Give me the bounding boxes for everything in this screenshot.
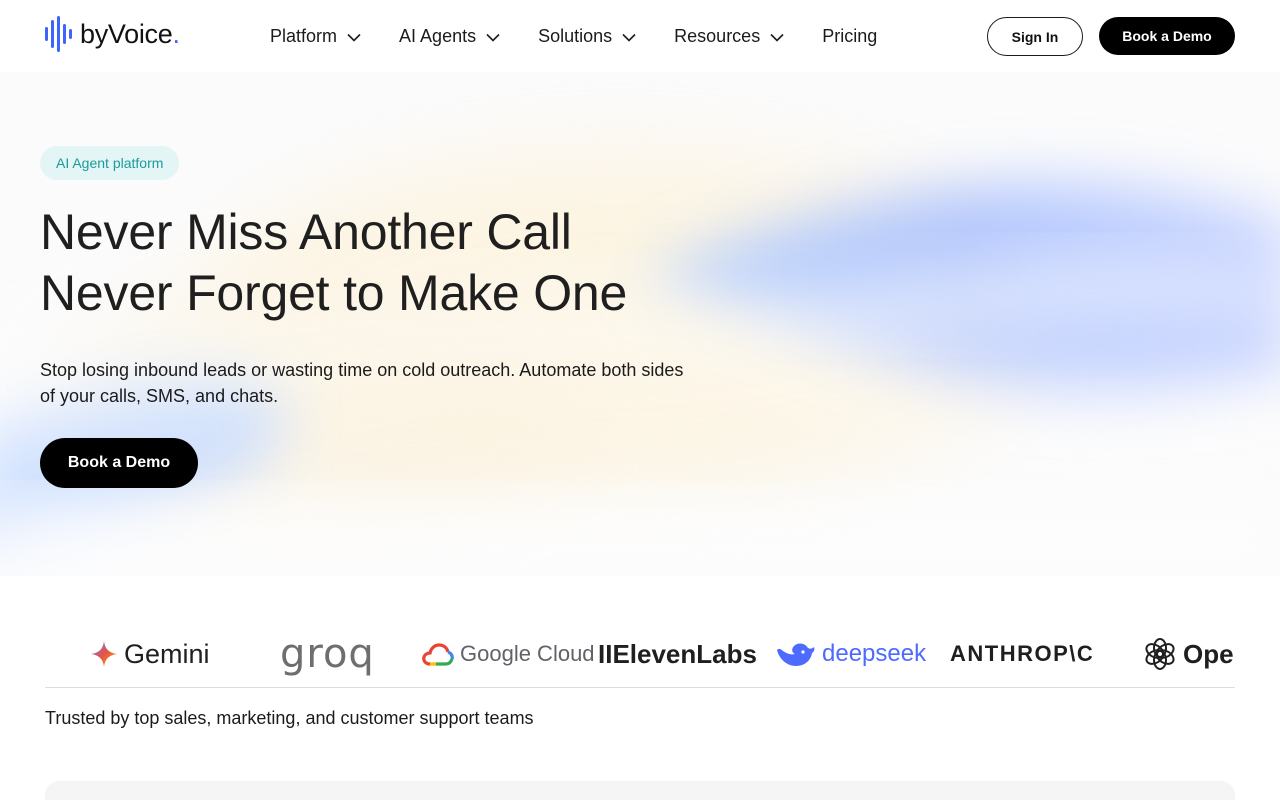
nav-item-ai-agents[interactable]: AI Agents	[399, 22, 500, 50]
elevenlabs-logo: IIElevenLabs	[598, 620, 757, 687]
trusted-by-text: Trusted by top sales, marketing, and cus…	[45, 708, 534, 728]
partner-logos-strip: Gemini groq Google Cloud IIElevenLabs de…	[45, 620, 1235, 688]
brand-name: byVoice	[80, 18, 173, 49]
deepseek-logo: deepseek	[774, 620, 927, 687]
nav-item-label: Solutions	[538, 25, 613, 46]
nav-item-label: Resources	[674, 25, 761, 46]
gemini-logo: Gemini	[90, 620, 210, 687]
cloud-icon	[422, 643, 454, 666]
hero-badge: AI Agent platform	[40, 146, 180, 180]
chevron-down-icon	[347, 26, 361, 47]
hero-gradient-background	[0, 72, 1280, 576]
nav-item-solutions[interactable]: Solutions	[538, 22, 636, 50]
sign-in-button[interactable]: Sign In	[987, 17, 1083, 56]
deepseek-label: deepseek	[822, 640, 927, 667]
brand-logo[interactable]: byVoice.	[44, 16, 180, 52]
nav-item-pricing[interactable]: Pricing	[822, 22, 877, 50]
nav-item-label: Platform	[270, 25, 338, 46]
openai-label: Open	[1183, 638, 1235, 669]
hero-headline: Never Miss Another Call Never Forget to …	[40, 202, 627, 324]
brand-dot: .	[172, 18, 180, 49]
hero-section: AI Agent platform Never Miss Another Cal…	[0, 72, 1280, 576]
anthropic-logo: ANTHROP\C	[950, 620, 1095, 687]
hero-book-demo-button[interactable]: Book a Demo	[40, 438, 198, 488]
headline-line-2: Never Forget to Make One	[40, 265, 628, 321]
headline-line-1: Never Miss Another Call	[40, 204, 572, 260]
nav-item-platform[interactable]: Platform	[270, 22, 361, 50]
gemini-label: Gemini	[124, 638, 210, 669]
site-header: byVoice. Platform AI Agents Solutions Re…	[0, 0, 1280, 72]
nav-item-label: Pricing	[822, 25, 878, 46]
hero-subtext: Stop losing inbound leads or wasting tim…	[40, 360, 684, 406]
content-card-preview	[45, 781, 1235, 800]
whale-icon	[777, 643, 815, 666]
nav-item-resources[interactable]: Resources	[674, 22, 784, 50]
gemini-sparkle-icon	[91, 641, 117, 667]
chevron-down-icon	[770, 26, 784, 47]
nav-item-label: AI Agents	[399, 25, 477, 46]
book-demo-button[interactable]: Book a Demo	[1099, 17, 1235, 55]
waveform-icon	[45, 16, 72, 52]
main-nav: Platform AI Agents Solutions Resources P…	[270, 22, 915, 50]
openai-logo: Open	[1143, 620, 1235, 687]
groq-logo: groq	[280, 620, 375, 687]
google-cloud-logo: Google Cloud	[422, 620, 595, 687]
openai-knot-icon	[1145, 638, 1175, 670]
groq-label: groq	[280, 631, 375, 677]
chevron-down-icon	[622, 26, 636, 47]
chevron-down-icon	[486, 26, 500, 47]
elevenlabs-label: IIElevenLabs	[598, 638, 757, 669]
google-cloud-label: Google Cloud	[460, 641, 595, 666]
anthropic-label: ANTHROP\C	[950, 641, 1095, 666]
